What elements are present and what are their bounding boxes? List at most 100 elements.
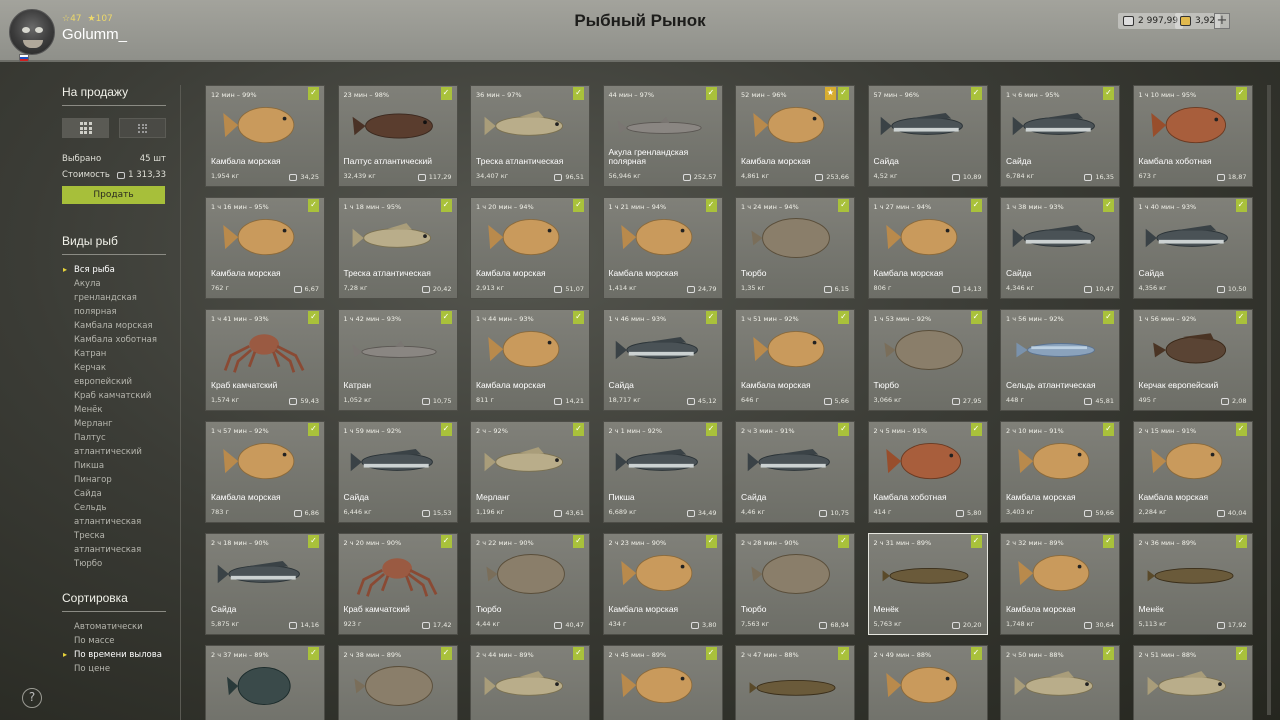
fish-card[interactable]: 2 ч 44 мин – 89% ✓ (470, 645, 590, 720)
fish-card[interactable]: 2 ч 10 мин – 91% ✓ Камбала морская 3,403 кг… (1000, 421, 1120, 523)
fish-card[interactable]: 2 ч 49 мин – 88% ✓ (867, 645, 988, 720)
selected-checkmark-icon[interactable]: ✓ (1103, 423, 1114, 436)
selected-checkmark-icon[interactable]: ✓ (308, 423, 319, 436)
fish-card[interactable]: 44 мин – 97% ✓ Акула гренландская полярная… (602, 85, 723, 187)
species-filter-item[interactable]: Вся рыба (62, 263, 166, 277)
fish-card[interactable]: 1 ч 56 мин – 92% ✓ Керчак европейский 495 г… (1132, 309, 1253, 411)
species-filter-item[interactable]: Камбала морская (62, 319, 166, 333)
selected-checkmark-icon[interactable]: ✓ (573, 423, 584, 436)
fish-card[interactable]: 52 мин – 96% ✓ ★ Камбала морская 4,861 кг 253… (735, 85, 855, 187)
selected-checkmark-icon[interactable]: ✓ (1103, 87, 1114, 100)
sort-option[interactable]: По времени вылова (62, 648, 166, 662)
selected-checkmark-icon[interactable]: ✓ (970, 311, 982, 324)
selected-checkmark-icon[interactable]: ✓ (440, 423, 452, 436)
fish-card[interactable]: 2 ч 37 мин – 89% ✓ (205, 645, 325, 720)
fish-card[interactable]: 1 ч 59 мин – 92% ✓ Сайда 6,446 кг 15,53 (337, 421, 458, 523)
sell-button[interactable]: Продать (62, 186, 165, 204)
selected-checkmark-icon[interactable]: ✓ (970, 535, 982, 548)
selected-checkmark-icon[interactable]: ✓ (705, 647, 717, 660)
selected-checkmark-icon[interactable]: ✓ (838, 311, 849, 324)
species-filter-item[interactable]: Акула гренландская полярная (62, 277, 166, 319)
selected-checkmark-icon[interactable]: ✓ (838, 647, 849, 660)
fish-card[interactable]: 2 ч 51 мин – 88% ✓ (1132, 645, 1253, 720)
fish-card[interactable]: 1 ч 51 мин – 92% ✓ Камбала морская 646 г 5,6… (735, 309, 855, 411)
fish-card[interactable]: 2 ч 32 мин – 89% ✓ Камбала морская 1,748 кг… (1000, 533, 1120, 635)
selected-checkmark-icon[interactable]: ✓ (308, 311, 319, 324)
fish-card[interactable]: 1 ч 6 мин – 95% ✓ Сайда 6,784 кг 16,35 (1000, 85, 1120, 187)
fish-card[interactable]: 2 ч 1 мин – 92% ✓ Пикша 6,689 кг 34,49 (602, 421, 723, 523)
species-filter-item[interactable]: Сельдь атлантическая (62, 501, 166, 529)
selected-checkmark-icon[interactable]: ✓ (573, 647, 584, 660)
fish-card[interactable]: 1 ч 56 мин – 92% ✓ Сельдь атлантическая 448… (1000, 309, 1120, 411)
selected-checkmark-icon[interactable]: ✓ (440, 647, 452, 660)
species-filter-item[interactable]: Мерланг (62, 417, 166, 431)
selected-checkmark-icon[interactable]: ✓ (1235, 423, 1247, 436)
fish-card[interactable]: 2 ч 20 мин – 90% ✓ Краб камчатский 923 г 17,… (337, 533, 458, 635)
sort-option[interactable]: По цене (62, 662, 166, 676)
species-filter-item[interactable]: Сайда (62, 487, 166, 501)
small-grid-view-button[interactable] (119, 118, 166, 138)
fish-card[interactable]: 1 ч 38 мин – 93% ✓ Сайда 4,346 кг 10,47 (1000, 197, 1120, 299)
selected-checkmark-icon[interactable]: ✓ (1103, 535, 1114, 548)
fish-card[interactable]: 2 ч 22 мин – 90% ✓ Тюрбо 4,44 кг 40,47 (470, 533, 590, 635)
fish-card[interactable]: 1 ч 42 мин – 93% ✓ Катран 1,052 кг 10,75 (337, 309, 458, 411)
selected-checkmark-icon[interactable]: ✓ (440, 535, 452, 548)
fish-card[interactable]: 2 ч 45 мин – 89% ✓ (602, 645, 723, 720)
fish-card[interactable]: 1 ч 20 мин – 94% ✓ Камбала морская 2,913 кг… (470, 197, 590, 299)
selected-checkmark-icon[interactable]: ✓ (1103, 647, 1114, 660)
sort-option[interactable]: Автоматически (62, 620, 166, 634)
selected-checkmark-icon[interactable]: ✓ (308, 647, 319, 660)
selected-checkmark-icon[interactable]: ✓ (573, 87, 584, 100)
fish-card[interactable]: 57 мин – 96% ✓ Сайда 4,52 кг 10,89 (867, 85, 988, 187)
sort-option[interactable]: По массе (62, 634, 166, 648)
fish-card[interactable]: 1 ч 41 мин – 93% ✓ Краб камчатский 1,574 кг… (205, 309, 325, 411)
selected-checkmark-icon[interactable]: ✓ (573, 199, 584, 212)
fish-card[interactable]: 1 ч 18 мин – 95% ✓ Треска атлантическая 7,2… (337, 197, 458, 299)
species-filter-item[interactable]: Менёк (62, 403, 166, 417)
selected-checkmark-icon[interactable]: ✓ (970, 199, 982, 212)
fish-card[interactable]: 1 ч 16 мин – 95% ✓ Камбала морская 762 г 6,6… (205, 197, 325, 299)
fish-card[interactable]: 1 ч 10 мин – 95% ✓ Камбала хоботная 673 г 18… (1132, 85, 1253, 187)
fish-card[interactable]: 2 ч 36 мин – 89% ✓ Менёк 5,113 кг 17,92 (1132, 533, 1253, 635)
selected-checkmark-icon[interactable]: ✓ (838, 535, 849, 548)
species-filter-item[interactable]: Пинагор (62, 473, 166, 487)
add-currency-button[interactable]: + (1214, 13, 1230, 29)
large-grid-view-button[interactable] (62, 118, 109, 138)
selected-checkmark-icon[interactable]: ✓ (1103, 199, 1114, 212)
selected-checkmark-icon[interactable]: ✓ (440, 311, 452, 324)
selected-checkmark-icon[interactable]: ✓ (970, 647, 982, 660)
selected-checkmark-icon[interactable]: ✓ (573, 535, 584, 548)
selected-checkmark-icon[interactable]: ✓ (1235, 311, 1247, 324)
favorite-star-icon[interactable]: ★ (825, 87, 836, 100)
fish-card[interactable]: 2 ч – 92% ✓ Мерланг 1,196 кг 43,61 (470, 421, 590, 523)
fish-card[interactable]: 1 ч 40 мин – 93% ✓ Сайда 4,356 кг 10,50 (1132, 197, 1253, 299)
fish-card[interactable]: 1 ч 53 мин – 92% ✓ Тюрбо 3,066 кг 27,95 (867, 309, 988, 411)
selected-checkmark-icon[interactable]: ✓ (705, 423, 717, 436)
species-filter-item[interactable]: Керчак европейский (62, 361, 166, 389)
fish-card[interactable]: 1 ч 46 мин – 93% ✓ Сайда 18,717 кг 45,12 (602, 309, 723, 411)
fish-card[interactable]: 2 ч 23 мин – 90% ✓ Камбала морская 434 г 3,8… (602, 533, 723, 635)
species-filter-item[interactable]: Пикша (62, 459, 166, 473)
fish-card[interactable]: 2 ч 18 мин – 90% ✓ Сайда 5,875 кг 14,16 (205, 533, 325, 635)
selected-checkmark-icon[interactable]: ✓ (970, 423, 982, 436)
selected-checkmark-icon[interactable]: ✓ (705, 87, 717, 100)
selected-checkmark-icon[interactable]: ✓ (838, 199, 849, 212)
selected-checkmark-icon[interactable]: ✓ (1235, 199, 1247, 212)
selected-checkmark-icon[interactable]: ✓ (308, 199, 319, 212)
selected-checkmark-icon[interactable]: ✓ (308, 87, 319, 100)
fish-card[interactable]: 1 ч 44 мин – 93% ✓ Камбала морская 811 г 14,… (470, 309, 590, 411)
selected-checkmark-icon[interactable]: ✓ (705, 535, 717, 548)
selected-checkmark-icon[interactable]: ✓ (1235, 647, 1247, 660)
selected-checkmark-icon[interactable]: ✓ (705, 311, 717, 324)
fish-card[interactable]: 1 ч 57 мин – 92% ✓ Камбала морская 783 г 6,8… (205, 421, 325, 523)
selected-checkmark-icon[interactable]: ✓ (1235, 535, 1247, 548)
fish-card[interactable]: 2 ч 5 мин – 91% ✓ Камбала хоботная 414 г 5,8… (867, 421, 988, 523)
fish-card[interactable]: 36 мин – 97% ✓ Треска атлантическая 34,407 … (470, 85, 590, 187)
species-filter-item[interactable]: Тюрбо (62, 557, 166, 571)
selected-checkmark-icon[interactable]: ✓ (440, 199, 452, 212)
fish-card[interactable]: 1 ч 27 мин – 94% ✓ Камбала морская 806 г 14,… (867, 197, 988, 299)
fish-card[interactable]: 2 ч 31 мин – 89% ✓ Менёк 5,763 кг 20,20 (867, 533, 988, 635)
fish-card[interactable]: 12 мин – 99% ✓ Камбала морская 1,954 кг 34,2… (205, 85, 325, 187)
selected-checkmark-icon[interactable]: ✓ (838, 423, 849, 436)
selected-checkmark-icon[interactable]: ✓ (440, 87, 452, 100)
